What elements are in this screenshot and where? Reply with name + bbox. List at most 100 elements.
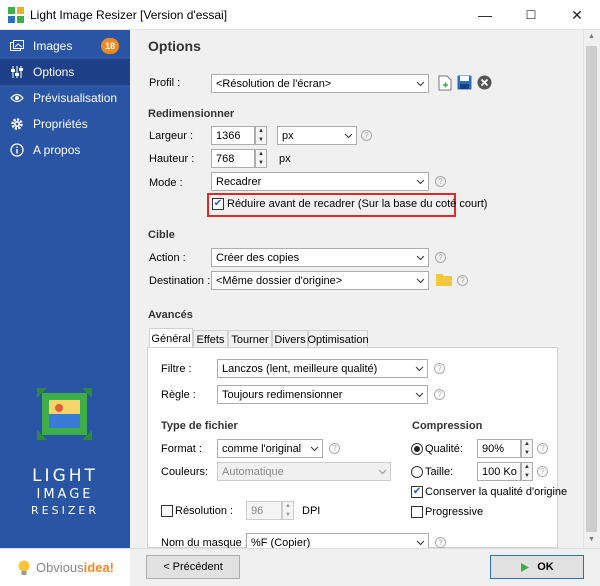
- size-radio[interactable]: [411, 466, 423, 478]
- play-icon: [521, 562, 530, 572]
- keep-quality-label[interactable]: Conserver la qualité d'origine: [425, 486, 567, 498]
- filter-value: Lanczos (lent, meilleure qualité): [222, 362, 378, 375]
- chevron-down-icon: [415, 392, 424, 398]
- sidebar-item-options[interactable]: Options: [0, 59, 130, 85]
- save-profile-icon[interactable]: [457, 75, 472, 90]
- filter-label: Filtre :: [161, 363, 192, 375]
- height-input[interactable]: 768: [211, 149, 255, 168]
- quality-input[interactable]: 90%: [477, 439, 521, 458]
- tab-effects[interactable]: Effets: [193, 330, 228, 348]
- chevron-down-icon: [416, 179, 425, 185]
- brand-part1: Obvious: [35, 560, 84, 575]
- unit-select[interactable]: px: [277, 126, 357, 145]
- tab-misc[interactable]: Divers: [272, 330, 308, 348]
- ok-button[interactable]: OK: [490, 555, 584, 579]
- destination-value: <Même dossier d'origine>: [216, 274, 343, 287]
- obviousidea-brand[interactable]: Obvious idea!: [0, 548, 130, 586]
- sidebar: Images 18 Options Prévisualisation Propr…: [0, 30, 130, 586]
- resolution-input: 96: [246, 501, 282, 520]
- help-icon[interactable]: ?: [434, 389, 445, 400]
- action-select[interactable]: Créer des copies: [211, 248, 429, 267]
- chevron-down-icon: [416, 81, 425, 87]
- mode-label: Mode :: [149, 177, 183, 189]
- sidebar-item-label: Images: [33, 39, 73, 53]
- window-title: Light Image Resizer [Version d'essai]: [30, 8, 228, 22]
- help-icon[interactable]: ?: [537, 466, 548, 477]
- size-input[interactable]: 100 Ko: [477, 462, 521, 481]
- folder-icon[interactable]: [436, 273, 452, 286]
- resolution-unit: DPI: [302, 505, 321, 517]
- format-label: Format :: [161, 443, 202, 455]
- brand-part2: idea!: [83, 560, 115, 575]
- close-button[interactable]: ✕: [554, 0, 600, 30]
- help-icon[interactable]: ?: [435, 537, 446, 548]
- sidebar-item-label: Prévisualisation: [33, 91, 118, 105]
- help-icon[interactable]: ?: [329, 443, 340, 454]
- reduce-label[interactable]: Réduire avant de recadrer (Sur la base d…: [227, 198, 487, 210]
- tab-optimisation[interactable]: Optimisation: [307, 330, 369, 348]
- help-icon[interactable]: ?: [435, 176, 446, 187]
- unit-value: px: [282, 129, 294, 142]
- scroll-up-icon[interactable]: ▲: [588, 33, 595, 40]
- images-icon: [9, 38, 25, 54]
- scroll-down-icon[interactable]: ▼: [588, 536, 595, 543]
- profile-label: Profil :: [149, 77, 181, 89]
- resolution-checkbox[interactable]: [161, 505, 173, 517]
- keep-quality-checkbox[interactable]: ✔: [411, 486, 423, 498]
- colors-label: Couleurs:: [161, 466, 209, 478]
- progressive-checkbox[interactable]: [411, 506, 423, 518]
- sidebar-item-properties[interactable]: Propriétés: [0, 111, 130, 137]
- filter-select[interactable]: Lanczos (lent, meilleure qualité): [217, 359, 428, 378]
- target-section-title: Cible: [148, 229, 175, 241]
- previous-button[interactable]: < Précédent: [146, 555, 240, 579]
- sliders-icon: [9, 64, 25, 80]
- sidebar-item-label: Options: [33, 65, 75, 79]
- eye-icon: [9, 90, 25, 106]
- progressive-label[interactable]: Progressive: [425, 506, 483, 518]
- sidebar-item-label: Propriétés: [33, 117, 88, 131]
- quality-label[interactable]: Qualité:: [425, 443, 463, 455]
- maximize-button[interactable]: ☐: [508, 0, 554, 30]
- sidebar-item-about[interactable]: A propos: [0, 137, 130, 163]
- reduce-checkbox[interactable]: ✔: [212, 198, 224, 210]
- destination-label: Destination :: [149, 275, 211, 287]
- help-icon[interactable]: ?: [434, 363, 445, 374]
- help-icon[interactable]: ?: [361, 130, 372, 141]
- tab-rotate[interactable]: Tourner: [228, 330, 272, 348]
- filetype-section-title: Type de fichier: [161, 420, 238, 432]
- help-icon[interactable]: ?: [435, 252, 446, 263]
- size-label[interactable]: Taille:: [425, 466, 453, 478]
- sidebar-item-preview[interactable]: Prévisualisation: [0, 85, 130, 111]
- chevron-down-icon: [310, 446, 319, 452]
- rule-label: Règle :: [161, 389, 196, 401]
- width-input[interactable]: 1366: [211, 126, 255, 145]
- lightbulb-icon: [18, 560, 30, 575]
- destination-select[interactable]: <Même dossier d'origine>: [211, 271, 429, 290]
- minimize-button[interactable]: —: [462, 0, 508, 30]
- profile-select[interactable]: <Résolution de l'écran>: [211, 74, 429, 93]
- delete-profile-icon[interactable]: [477, 75, 492, 90]
- resolution-stepper: ▲ ▼: [282, 501, 294, 520]
- tab-general[interactable]: Général: [149, 328, 193, 348]
- quality-stepper[interactable]: ▲ ▼: [521, 439, 533, 458]
- sidebar-item-images[interactable]: Images 18: [0, 33, 130, 59]
- page-title: Options: [148, 38, 201, 54]
- chevron-down-icon: [416, 278, 425, 284]
- height-stepper[interactable]: ▲ ▼: [255, 149, 267, 168]
- format-select[interactable]: comme l'original: [217, 439, 323, 458]
- help-icon[interactable]: ?: [537, 443, 548, 454]
- width-stepper[interactable]: ▲ ▼: [255, 126, 267, 145]
- help-icon[interactable]: ?: [457, 275, 468, 286]
- resolution-label[interactable]: Résolution :: [175, 505, 233, 517]
- app-logo-image: [37, 388, 92, 440]
- mode-select[interactable]: Recadrer: [211, 172, 429, 191]
- colors-value: Automatique: [222, 465, 284, 478]
- rule-select[interactable]: Toujours redimensionner: [217, 385, 428, 404]
- logo-line-light: LIGHT: [32, 466, 98, 486]
- size-stepper[interactable]: ▲ ▼: [521, 462, 533, 481]
- logo-line-image: IMAGE: [36, 487, 94, 502]
- new-profile-icon[interactable]: [438, 75, 452, 91]
- info-icon: [9, 142, 25, 158]
- quality-radio[interactable]: [411, 443, 423, 455]
- scrollbar-thumb[interactable]: [586, 46, 597, 532]
